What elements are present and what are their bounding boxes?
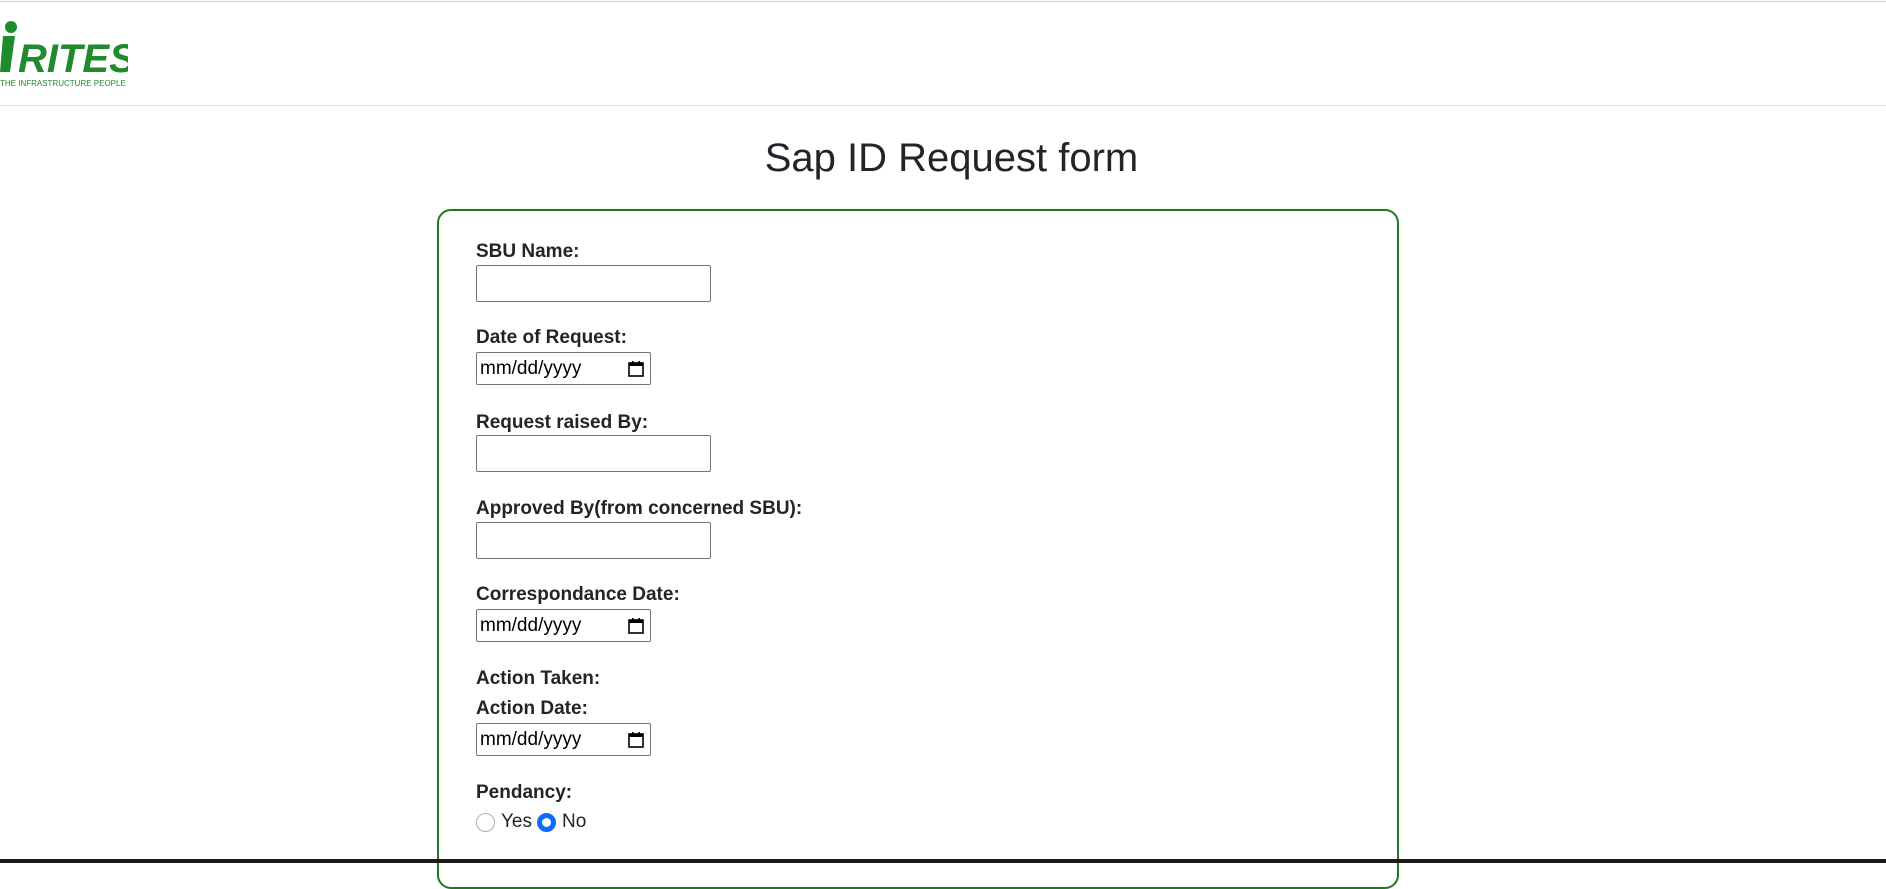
calendar-icon[interactable] <box>628 731 644 748</box>
correspondance-date-label: Correspondance Date: <box>476 584 680 605</box>
pendancy-yes-label[interactable]: Yes <box>501 811 532 833</box>
action-taken-label: Action Taken: <box>476 668 601 689</box>
pendancy-no-radio[interactable] <box>537 812 556 832</box>
rites-logo-graphic: RITES THE INFRASTRUCTURE PEOPLE <box>0 21 128 88</box>
sbu-name-input[interactable] <box>476 265 711 302</box>
pendancy-label: Pendancy: <box>476 782 573 803</box>
site-header: RITES THE INFRASTRUCTURE PEOPLE <box>0 2 1886 106</box>
action-date-input[interactable]: mm/dd/yyyy <box>476 723 651 756</box>
sbu-name-label: SBU Name: <box>476 241 580 262</box>
date-of-request-value: mm/dd/yyyy <box>480 357 582 379</box>
pendancy-radio-group: Yes No <box>476 811 591 833</box>
page-title: Sap ID Request form <box>764 136 1139 180</box>
correspondance-date-value: mm/dd/yyyy <box>480 614 582 636</box>
action-date-label: Action Date: <box>476 698 588 719</box>
request-raised-by-label: Request raised By: <box>476 412 649 433</box>
calendar-icon[interactable] <box>628 360 644 377</box>
svg-text:THE INFRASTRUCTURE PEOPLE: THE INFRASTRUCTURE PEOPLE <box>0 79 126 88</box>
svg-text:RITES: RITES <box>18 37 128 81</box>
approved-by-label: Approved By(from concerned SBU): <box>476 498 803 519</box>
date-of-request-label: Date of Request: <box>476 327 627 348</box>
approved-by-input[interactable] <box>476 522 711 559</box>
rites-logo[interactable]: RITES THE INFRASTRUCTURE PEOPLE <box>0 20 128 90</box>
taskbar-edge <box>0 859 1886 863</box>
pendancy-yes-radio[interactable] <box>476 812 495 832</box>
action-date-value: mm/dd/yyyy <box>480 728 582 750</box>
pendancy-no-label[interactable]: No <box>562 811 586 833</box>
date-of-request-input[interactable]: mm/dd/yyyy <box>476 352 651 385</box>
correspondance-date-input[interactable]: mm/dd/yyyy <box>476 609 651 642</box>
request-raised-by-input[interactable] <box>476 435 711 472</box>
calendar-icon[interactable] <box>628 617 644 634</box>
